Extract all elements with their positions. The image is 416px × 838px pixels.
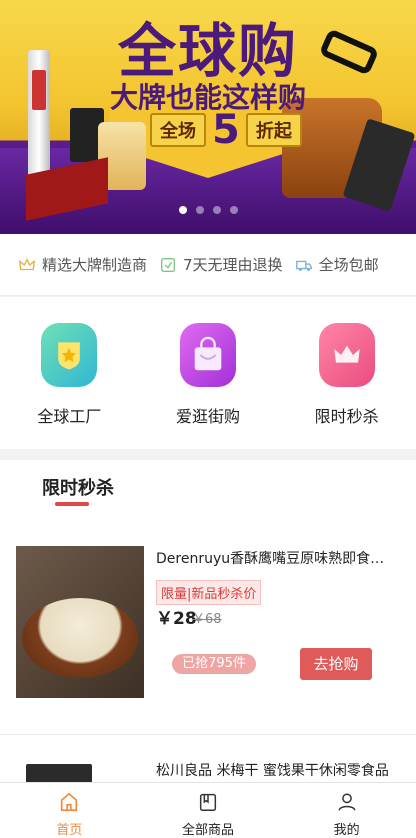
bottom-tab-bar: 首页 全部商品 我的	[0, 782, 416, 838]
grab-button[interactable]: 去抢购	[300, 648, 372, 680]
products-icon	[199, 793, 217, 811]
shopping-bag-icon	[179, 323, 236, 387]
flash-sale-section: 限时秒杀 Derenruyu香酥鹰嘴豆原味熟即食新货… 限量|新品秒杀价 ￥28…	[0, 460, 416, 782]
tab-all-products[interactable]: 全部商品	[153, 783, 263, 838]
feature-brand: 精选大牌制造商	[18, 254, 147, 275]
category-label: 全球工厂	[37, 407, 102, 426]
truck-icon	[295, 260, 312, 271]
category-global-factory[interactable]: 全球工厂	[9, 323, 129, 427]
home-icon	[61, 792, 78, 812]
tab-home[interactable]: 首页	[14, 783, 124, 838]
promo-left-label: 全场	[150, 113, 206, 147]
tab-label: 全部商品	[181, 823, 234, 838]
return-icon	[161, 257, 175, 272]
factory-icon	[41, 323, 98, 387]
category-label: 爱逛街购	[175, 407, 240, 426]
promo-right-label: 折起	[245, 113, 302, 147]
tab-label: 首页	[56, 823, 83, 838]
crown-icon	[18, 257, 36, 270]
chickpea-bowl-image	[22, 598, 138, 678]
product-price: ￥28	[156, 609, 197, 629]
feature-label: 7天无理由退换	[183, 256, 283, 274]
carousel-dot[interactable]	[178, 206, 187, 214]
feature-label: 全场包邮	[318, 256, 379, 274]
feature-return: 7天无理由退换	[159, 254, 283, 275]
category-nav: 全球工厂 爱逛街购 限时秒杀	[0, 297, 416, 449]
crown-icon	[318, 323, 375, 387]
category-flash-sale[interactable]: 限时秒杀	[287, 323, 407, 427]
product-image[interactable]	[26, 764, 92, 782]
promo-tag: 限量|新品秒杀价	[156, 580, 262, 605]
feature-shipping: 全场包邮	[295, 254, 379, 275]
banner-subtitle: 大牌也能这样购	[109, 81, 306, 114]
promo-number: 5	[212, 107, 240, 153]
section-underline	[55, 502, 89, 506]
carousel-indicator	[0, 206, 416, 214]
section-title: 限时秒杀	[42, 478, 114, 499]
product-name[interactable]: 松川良品 米梅干 蜜饯果干休闲零食品	[156, 760, 396, 782]
product-name[interactable]: Derenruyu香酥鹰嘴豆原味熟即食新货…	[156, 548, 396, 568]
feature-label: 精选大牌制造商	[42, 256, 148, 274]
banner-promo: 全场 5 折起	[150, 107, 302, 153]
divider	[0, 734, 416, 735]
original-price: ￥68	[192, 612, 222, 627]
banner-carousel[interactable]: 全球购 大牌也能这样购 全场 5 折起	[0, 0, 416, 234]
category-label: 限时秒杀	[314, 407, 379, 426]
service-features: 精选大牌制造商 7天无理由退换 全场包邮	[0, 234, 416, 296]
sold-count-badge: 已抢795件	[172, 654, 256, 674]
category-shopping[interactable]: 爱逛街购	[148, 323, 268, 427]
carousel-dot[interactable]	[229, 206, 238, 214]
user-icon	[338, 793, 356, 811]
carousel-dot[interactable]	[212, 206, 221, 214]
tab-label: 我的	[333, 823, 360, 838]
tab-me[interactable]: 我的	[292, 783, 402, 838]
product-image[interactable]	[16, 546, 144, 698]
carousel-dot[interactable]	[195, 206, 204, 214]
page: 全球购 大牌也能这样购 全场 5 折起 精选大牌制造商 7天无理由退换 全场包邮…	[0, 0, 416, 838]
product-card[interactable]: Derenruyu香酥鹰嘴豆原味熟即食新货… 限量|新品秒杀价 ￥28 ￥68 …	[16, 546, 400, 698]
